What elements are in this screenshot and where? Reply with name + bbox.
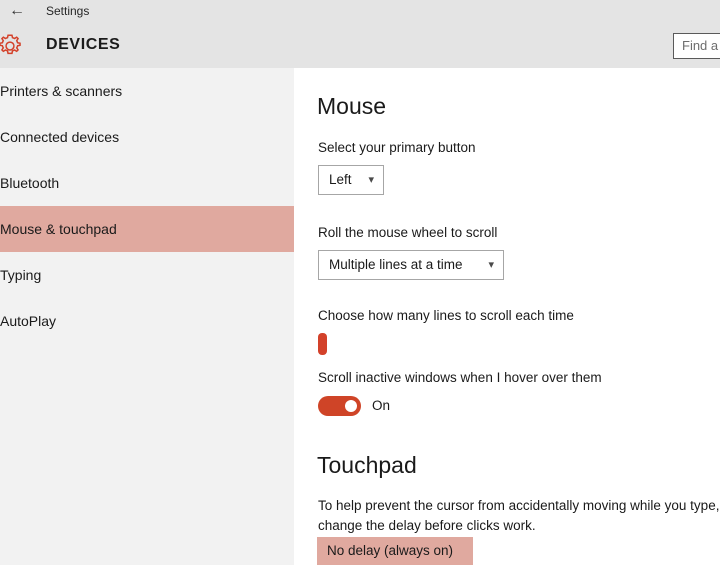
- toggle-knob: [345, 400, 357, 412]
- scroll-inactive-state: On: [372, 398, 390, 413]
- chevron-down-icon: ▾: [368, 166, 374, 194]
- scroll-inactive-toggle[interactable]: [318, 396, 361, 416]
- touchpad-delay-value: No delay (always on): [327, 537, 453, 565]
- title-bar: ← Settings: [0, 0, 720, 22]
- wheel-scroll-value: Multiple lines at a time: [329, 251, 463, 279]
- page-title: DEVICES: [46, 22, 120, 68]
- sidebar: Printers & scanners Connected devices Bl…: [0, 68, 294, 565]
- primary-button-dropdown[interactable]: Left ▾: [318, 165, 384, 195]
- window-title: Settings: [46, 0, 89, 22]
- main-content: Mouse Select your primary button Left ▾ …: [294, 68, 720, 565]
- settings-window: ← Settings DEVICES Find a setting Printe…: [0, 0, 720, 565]
- search-placeholder: Find a setting: [682, 34, 720, 58]
- primary-button-label: Select your primary button: [318, 140, 476, 155]
- page-header: DEVICES Find a setting: [0, 22, 720, 68]
- sidebar-item-printers-scanners[interactable]: Printers & scanners: [0, 68, 294, 114]
- gear-icon: [0, 31, 25, 61]
- slider-thumb[interactable]: [318, 333, 327, 355]
- touchpad-description: To help prevent the cursor from accident…: [318, 496, 720, 536]
- sidebar-item-mouse-touchpad[interactable]: Mouse & touchpad: [0, 206, 294, 252]
- sidebar-item-typing[interactable]: Typing: [0, 252, 294, 298]
- primary-button-value: Left: [329, 166, 352, 194]
- scroll-lines-slider[interactable]: [318, 333, 585, 355]
- mouse-section-heading: Mouse: [317, 93, 386, 120]
- scroll-lines-label: Choose how many lines to scroll each tim…: [318, 308, 574, 323]
- sidebar-item-autoplay[interactable]: AutoPlay: [0, 298, 294, 344]
- scroll-inactive-label: Scroll inactive windows when I hover ove…: [318, 370, 602, 385]
- wheel-scroll-label: Roll the mouse wheel to scroll: [318, 225, 497, 240]
- wheel-scroll-dropdown[interactable]: Multiple lines at a time ▾: [318, 250, 504, 280]
- sidebar-item-bluetooth[interactable]: Bluetooth: [0, 160, 294, 206]
- search-input[interactable]: Find a setting: [673, 33, 720, 59]
- touchpad-delay-dropdown[interactable]: No delay (always on): [317, 537, 473, 565]
- chevron-down-icon: ▾: [488, 251, 494, 279]
- touchpad-section-heading: Touchpad: [317, 452, 417, 479]
- back-button[interactable]: ←: [4, 0, 30, 22]
- sidebar-item-connected-devices[interactable]: Connected devices: [0, 114, 294, 160]
